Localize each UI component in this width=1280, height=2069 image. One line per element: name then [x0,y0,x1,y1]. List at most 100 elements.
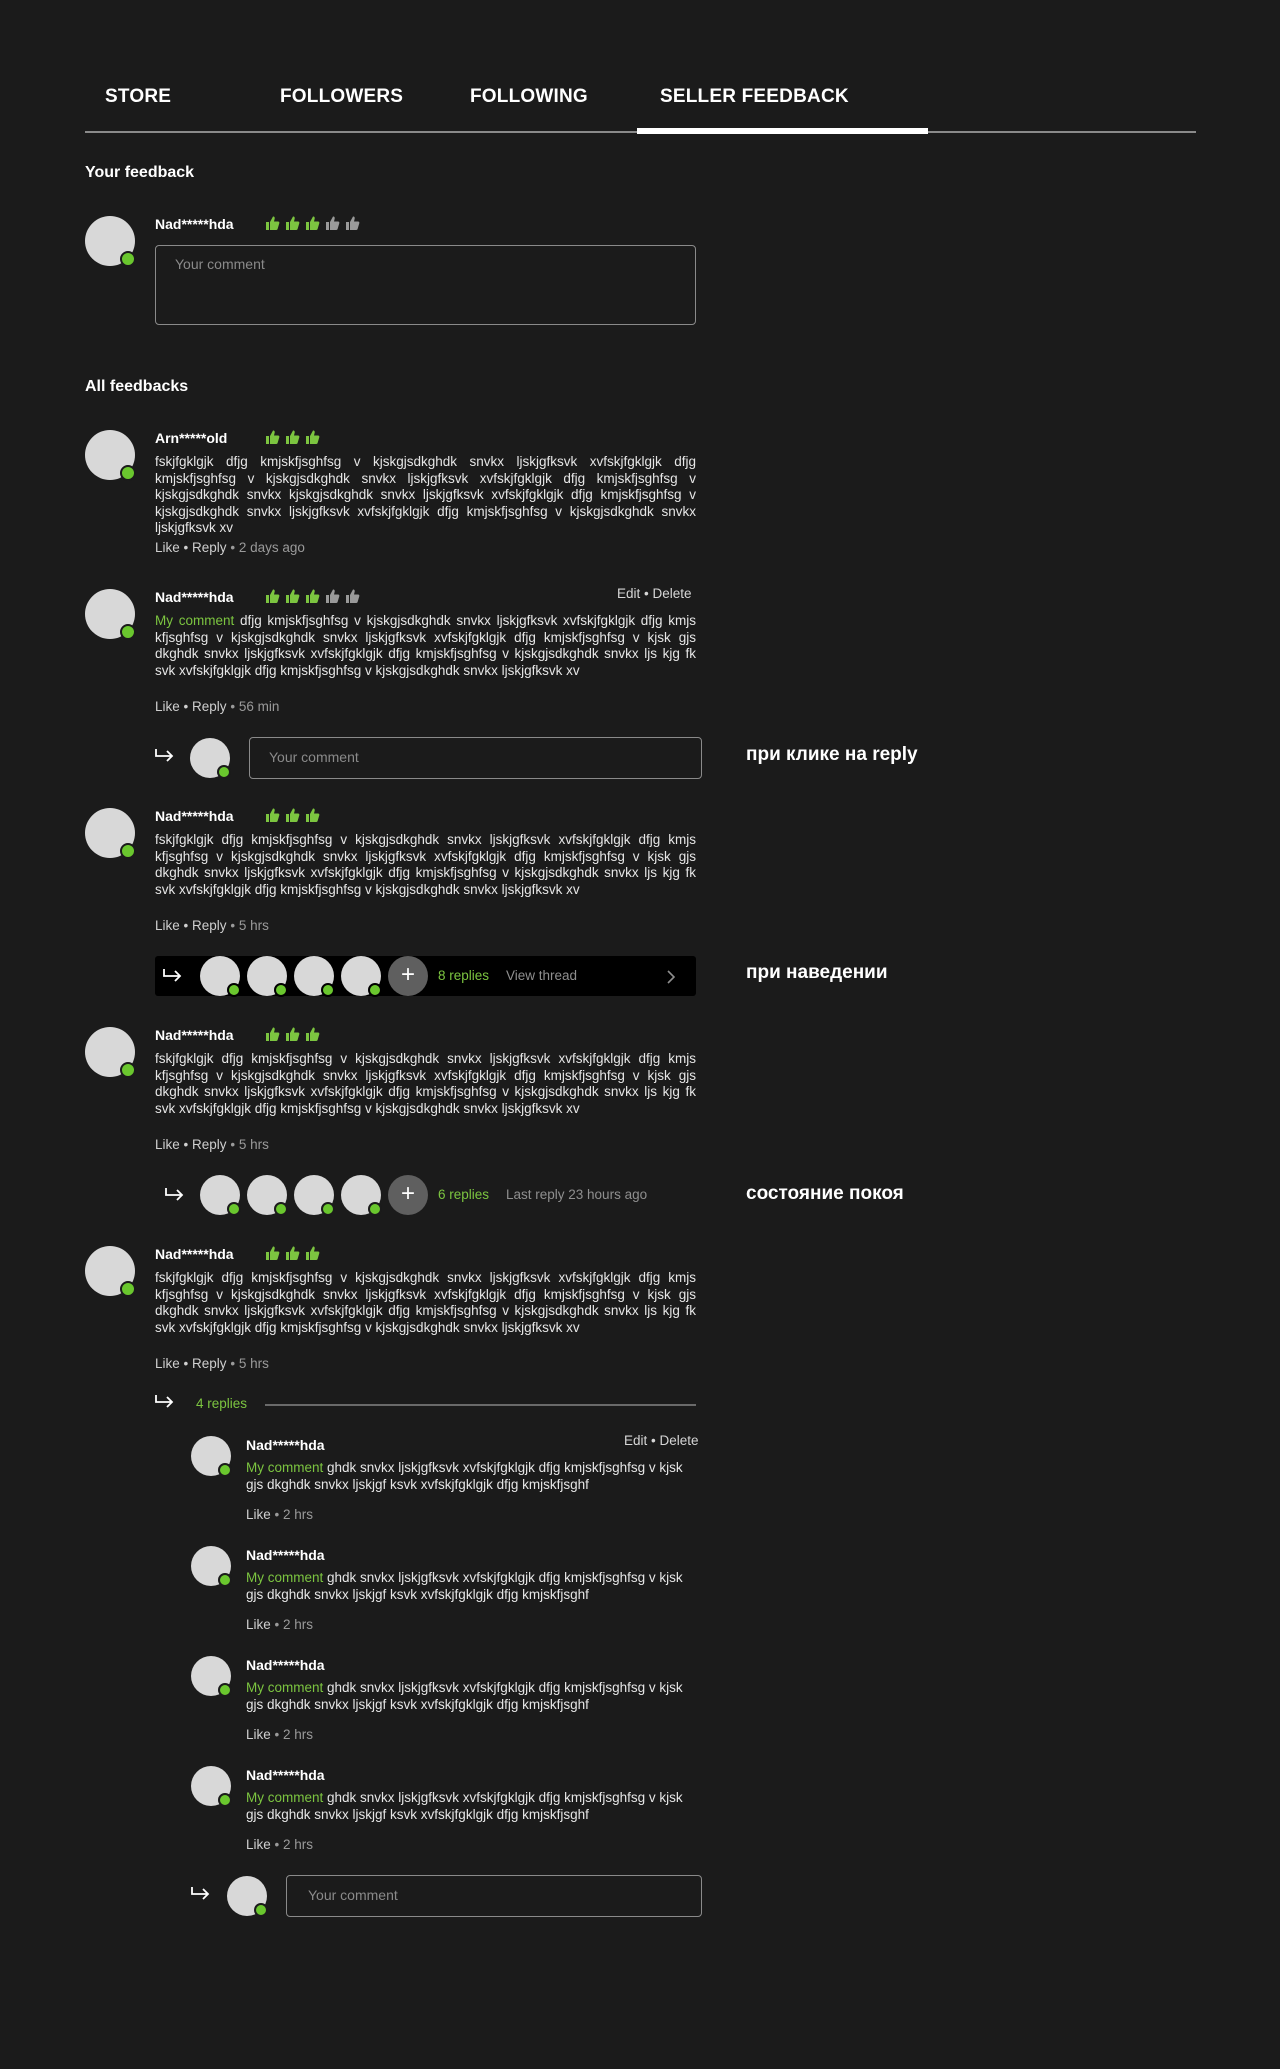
timestamp: 2 hrs [283,1837,314,1852]
plus-icon: + [388,1175,428,1215]
reply-link[interactable]: Reply [192,1356,227,1371]
edit-link[interactable]: Edit [624,1433,647,1448]
avatar [227,1876,268,1917]
reply-text: My comment ghdk snvkx ljskjgfksvk xvfskj… [246,1460,683,1492]
online-indicator [120,1062,136,1078]
timestamp: 2 days ago [238,540,305,555]
avatar [200,1175,241,1216]
like-link[interactable]: Like [246,1837,271,1852]
active-tab-indicator [637,128,928,134]
reply-meta: Like • 2 hrs [246,1507,314,1522]
feedback-text: fskjfgklgjk dfjg kmjskfjsghfsg v kjskgjs… [155,454,696,535]
thumbs-up-icon [346,589,360,603]
online-indicator [218,1463,232,1477]
reply-meta: Like • 2 hrs [246,1617,314,1632]
your-comment-textarea[interactable]: Your comment [155,245,696,325]
timestamp: 2 hrs [283,1727,314,1742]
replies-count[interactable]: 4 replies [196,1396,247,1411]
like-link[interactable]: Like [246,1507,271,1522]
like-link[interactable]: Like [246,1617,271,1632]
reply-author: Nad*****hda [246,1657,325,1673]
thumbs-up-icon [306,1027,320,1041]
annotation-note: при клике на reply [746,744,918,765]
avatar [247,1175,288,1216]
reply-author: Nad*****hda [246,1767,325,1783]
timestamp: 5 hrs [238,1137,269,1152]
thumbs-up-icon [266,808,280,822]
last-reply-time: Last reply 23 hours ago [506,1187,648,1202]
online-indicator [120,624,136,640]
feedback-meta: Like • Reply • 5 hrs [155,1137,269,1152]
tab-following[interactable]: FOLLOWING [470,86,588,108]
online-indicator [254,1903,268,1917]
online-indicator [368,983,382,997]
like-link[interactable]: Like [155,699,180,714]
reply-link[interactable]: Reply [192,918,227,933]
thumbs-up-icon[interactable] [324,215,340,231]
thumbs-up-icon [266,589,280,603]
thumbs-up-icon [326,589,340,603]
online-indicator [120,1281,136,1297]
tab-seller-feedback[interactable]: SELLER FEEDBACK [660,86,849,108]
thumbs-up-icon[interactable] [284,215,300,231]
thumbs-up-icon[interactable] [264,215,280,231]
feedback-meta: Like • Reply • 5 hrs [155,918,269,933]
like-link[interactable]: Like [155,1137,180,1152]
like-link[interactable]: Like [155,1356,180,1371]
avatar [341,1175,382,1216]
online-indicator [217,765,231,779]
all-feedbacks-title: All feedbacks [85,378,189,395]
online-indicator [321,1202,335,1216]
annotation-note: состояние покоя [746,1183,904,1204]
thumbs-up-icon [266,1246,280,1260]
reply-arrow-icon [163,969,182,982]
tab-followers[interactable]: FOLLOWERS [280,86,403,108]
online-indicator [120,843,136,859]
reply-arrow-icon [191,1887,210,1900]
my-comment-label: My comment [246,1570,324,1585]
edit-link[interactable]: Edit [617,586,640,601]
delete-link[interactable]: Delete [660,1433,699,1448]
author-name: Nad*****hda [155,1027,234,1043]
reply-text: My comment ghdk snvkx ljskjgfksvk xvfskj… [246,1570,683,1602]
timestamp: 56 min [238,699,280,714]
rating-input[interactable] [264,215,360,231]
online-indicator [321,983,335,997]
rating-display [264,588,360,604]
reply-arrow-icon [155,749,174,762]
avatar [191,1436,232,1477]
thumbs-up-icon [286,430,300,444]
reply-arrow-icon [165,1188,184,1201]
online-indicator [218,1793,232,1807]
reply-input[interactable]: Your comment [249,737,702,779]
author-name: Nad*****hda [155,808,234,824]
reply-input[interactable]: Your comment [286,1875,702,1917]
replies-count[interactable]: 6 replies [438,1187,489,1202]
reply-link[interactable]: Reply [192,540,227,555]
like-link[interactable]: Like [155,918,180,933]
online-indicator [227,983,241,997]
my-comment-label: My comment [246,1460,324,1475]
edit-delete-actions: Edit • Delete [617,586,692,601]
thumbs-up-icon [286,589,300,603]
avatar [200,956,241,997]
like-link[interactable]: Like [155,540,180,555]
like-link[interactable]: Like [246,1727,271,1742]
delete-link[interactable]: Delete [653,586,692,601]
online-indicator [274,983,288,997]
reply-link[interactable]: Reply [192,699,227,714]
reply-link[interactable]: Reply [192,1137,227,1152]
thumbs-up-icon [286,808,300,822]
rating-display [264,807,320,823]
view-thread-link[interactable]: View thread [506,968,577,983]
avatar [85,216,136,267]
my-comment-label: My comment [246,1790,324,1805]
tab-store[interactable]: STORE [105,86,171,108]
thumbs-up-icon[interactable] [304,215,320,231]
replies-count[interactable]: 8 replies [438,968,489,983]
reply-text: My comment ghdk snvkx ljskjgfksvk xvfskj… [246,1680,683,1712]
rating-display [264,1245,320,1261]
reply-arrow-icon [155,1395,174,1408]
feedback-meta: Like • Reply • 2 days ago [155,540,305,555]
thumbs-up-icon[interactable] [344,215,360,231]
